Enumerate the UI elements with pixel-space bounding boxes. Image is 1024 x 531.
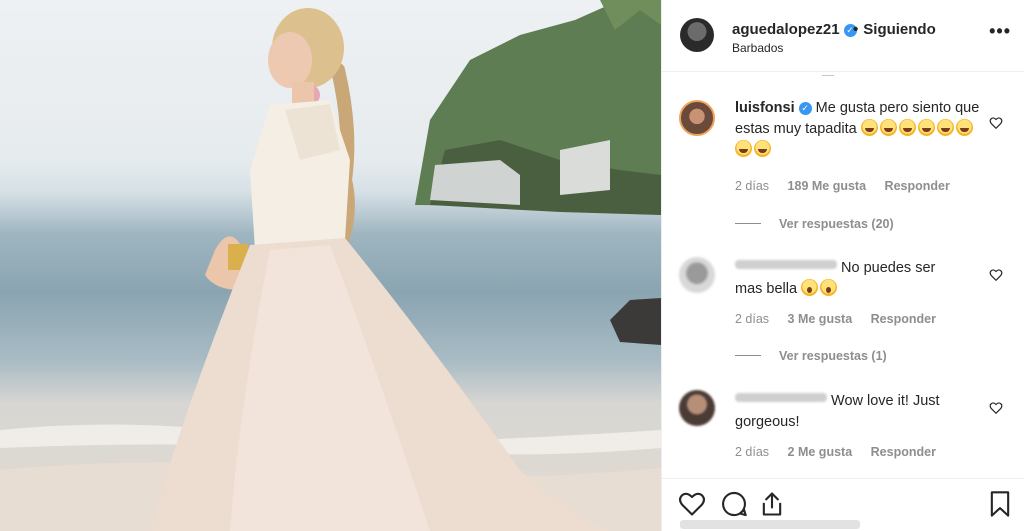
comments-list: luisfonsi ✓ Me gusta pero siento que esta… <box>662 73 1024 478</box>
comment-likes[interactable]: 2 Me gusta <box>788 445 853 459</box>
comment-text-line2: mas bella <box>735 281 798 297</box>
beach-bride-photo <box>0 0 661 531</box>
replies-divider <box>735 223 761 224</box>
comment-text-block: No puedes ser mas bella <box>735 258 983 300</box>
comment-icon[interactable] <box>720 490 748 518</box>
instagram-post-modal: aguedalopez21 ✓ • Siguiendo Barbados ••• l… <box>0 0 1024 531</box>
post-header: aguedalopez21 ✓ • Siguiendo Barbados ••• <box>662 0 1024 72</box>
share-icon[interactable] <box>758 490 786 518</box>
comment-text-block: Wow love it! Just gorgeous! <box>735 391 983 433</box>
view-replies-button[interactable]: Ver respuestas (1) <box>735 349 887 363</box>
hidden-username[interactable] <box>735 393 827 402</box>
commenter-avatar[interactable] <box>679 257 715 293</box>
author-avatar[interactable] <box>680 18 714 52</box>
shocked-emoji-icon <box>801 279 839 297</box>
separator-dot: • <box>853 21 859 38</box>
comment-meta: 2 días 2 Me gusta Responder <box>735 445 951 459</box>
replies-divider <box>735 355 761 356</box>
comment-text: No puedes ser <box>841 260 936 276</box>
post-sidebar: aguedalopez21 ✓ • Siguiendo Barbados ••• l… <box>661 0 1024 531</box>
comment-likes[interactable]: 3 Me gusta <box>788 312 853 326</box>
comment-text-block: luisfonsi ✓ Me gusta pero siento que esta… <box>735 98 983 161</box>
heart-icon[interactable] <box>678 490 706 518</box>
view-replies-label[interactable]: Ver respuestas (20) <box>779 217 894 231</box>
bookmark-icon[interactable] <box>986 490 1014 518</box>
comment-like-heart-icon[interactable] <box>989 268 1003 282</box>
follow-status-button[interactable]: • Siguiendo <box>853 21 936 38</box>
comment-text-line2: gorgeous! <box>735 414 800 430</box>
more-options-icon[interactable]: ••• <box>989 22 1011 40</box>
author-username[interactable]: aguedalopez21 ✓ <box>732 21 857 38</box>
load-more-indicator[interactable] <box>822 73 834 76</box>
view-replies-label[interactable]: Ver respuestas (1) <box>779 349 887 363</box>
reply-button[interactable]: Responder <box>871 445 936 459</box>
verified-badge-icon: ✓ <box>798 102 812 115</box>
comment-time[interactable]: 2 días <box>735 312 769 326</box>
hidden-username[interactable] <box>735 260 837 269</box>
author-username-text[interactable]: aguedalopez21 <box>732 21 840 38</box>
post-photo[interactable] <box>0 0 661 531</box>
post-location[interactable]: Barbados <box>732 41 783 55</box>
commenter-username[interactable]: luisfonsi <box>735 100 795 116</box>
follow-status-label[interactable]: Siguiendo <box>863 21 936 38</box>
comment-likes[interactable]: 189 Me gusta <box>788 179 867 193</box>
comment-meta: 2 días 3 Me gusta Responder <box>735 312 951 326</box>
reply-button[interactable]: Responder <box>885 179 950 193</box>
comment-meta: 2 días 189 Me gusta Responder <box>735 179 965 193</box>
reply-button[interactable]: Responder <box>871 312 936 326</box>
comment-like-heart-icon[interactable] <box>989 401 1003 415</box>
likes-summary-cutoff <box>680 520 860 529</box>
comment-like-heart-icon[interactable] <box>989 116 1003 130</box>
commenter-avatar[interactable] <box>679 100 715 136</box>
comment-time[interactable]: 2 días <box>735 179 769 193</box>
view-replies-button[interactable]: Ver respuestas (20) <box>735 217 894 231</box>
comment-time[interactable]: 2 días <box>735 445 769 459</box>
commenter-avatar[interactable] <box>679 390 715 426</box>
comment-text: Wow love it! Just <box>831 393 940 409</box>
